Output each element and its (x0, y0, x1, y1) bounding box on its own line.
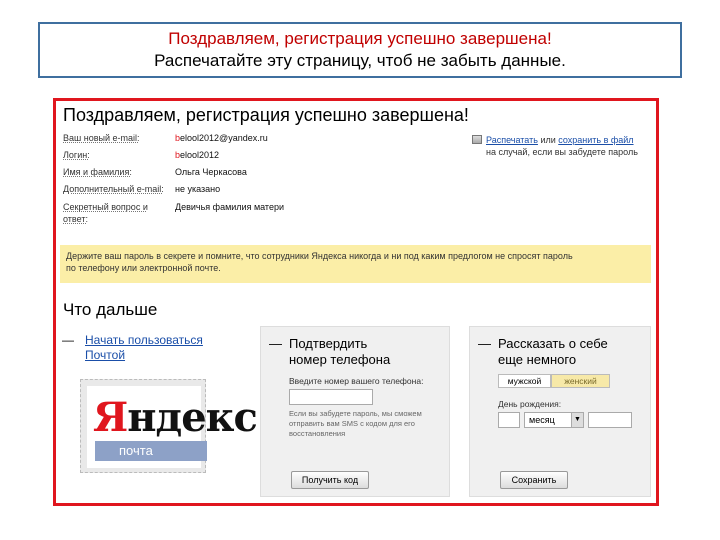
caption-line-1: Поздравляем, регистрация успешно заверше… (168, 29, 552, 48)
gender-female-option[interactable]: женский (551, 374, 610, 388)
panel-title-line-1: Рассказать о себе (498, 336, 608, 351)
save-to-file-link[interactable]: сохранить в файл (558, 135, 633, 145)
panel-title-line-1: Подтвердить (289, 336, 368, 351)
panel-title: Рассказать о себе еще немного (498, 336, 608, 368)
month-value: месяц (529, 415, 555, 425)
print-text: Распечатать или сохранить в файл на случ… (486, 134, 638, 158)
start-using-link[interactable]: Начать пользоваться (85, 333, 203, 348)
panel-title: Подтвердить номер телефона (289, 336, 390, 368)
gender-male-option[interactable]: мужской (498, 374, 551, 388)
birthday-label: День рождения: (498, 399, 562, 409)
printer-icon (472, 135, 482, 144)
notice-line-2: по телефону или электронной почте. (66, 263, 221, 273)
print-or: или (537, 135, 559, 145)
save-button[interactable]: Сохранить (500, 471, 568, 489)
logo-word: Яндекс (93, 394, 258, 441)
info-value: Ольга Черкасова (175, 167, 247, 177)
phone-input[interactable] (289, 389, 373, 405)
notice-line-1: Держите ваш пароль в секрете и помните, … (66, 251, 573, 261)
birthday-year-input[interactable] (588, 412, 632, 428)
logo-mail-label: почта (95, 441, 207, 461)
info-label: Имя и фамилия: (63, 167, 132, 177)
info-value: не указано (175, 184, 221, 194)
birthday-day-input[interactable] (498, 412, 520, 428)
dash: — (62, 333, 74, 347)
phone-label: Введите номер вашего телефона: (289, 376, 424, 386)
get-code-button[interactable]: Получить код (291, 471, 369, 489)
confirm-phone-panel: — Подтвердить номер телефона Введите ном… (260, 326, 450, 497)
dash: — (269, 336, 282, 351)
registration-screenshot: Поздравляем, регистрация успешно заверше… (53, 98, 659, 506)
whats-next-heading: Что дальше (63, 300, 158, 319)
info-label: Секретный вопрос и ответ: (63, 202, 148, 224)
phone-hint: Если вы забудете пароль, мы сможем отпра… (289, 409, 422, 438)
yandex-mail-logo[interactable]: Яндекс почта (80, 379, 258, 473)
print-link[interactable]: Распечатать (486, 135, 538, 145)
caption-line-2: Распечатайте эту страницу, чтоб не забыт… (154, 51, 566, 70)
panel-title-line-2: номер телефона (289, 352, 391, 367)
birthday-month-select[interactable]: месяц ▼ (524, 412, 584, 428)
chevron-down-icon: ▼ (571, 413, 583, 427)
dash: — (478, 336, 491, 351)
info-value: belool2012@yandex.ru (175, 133, 268, 143)
panel-title-line-2: еще немного (498, 352, 577, 367)
mail-link[interactable]: Почтой (85, 348, 125, 363)
security-notice: Держите ваш пароль в секрете и помните, … (60, 245, 651, 283)
info-label: Ваш новый e-mail: (63, 133, 140, 143)
caption-box: Поздравляем, регистрация успешно заверше… (38, 22, 682, 78)
info-value: Девичья фамилия матери (175, 202, 284, 212)
print-note: на случай, если вы забудете пароль (486, 147, 638, 157)
about-yourself-panel: — Рассказать о себе еще немного мужской … (469, 326, 651, 497)
info-label: Логин: (63, 150, 90, 160)
info-label: Дополнительный e-mail: (63, 184, 164, 194)
page-title: Поздравляем, регистрация успешно заверше… (63, 105, 469, 125)
info-value: belool2012 (175, 150, 220, 160)
logo-stamp: Яндекс почта (87, 386, 258, 468)
